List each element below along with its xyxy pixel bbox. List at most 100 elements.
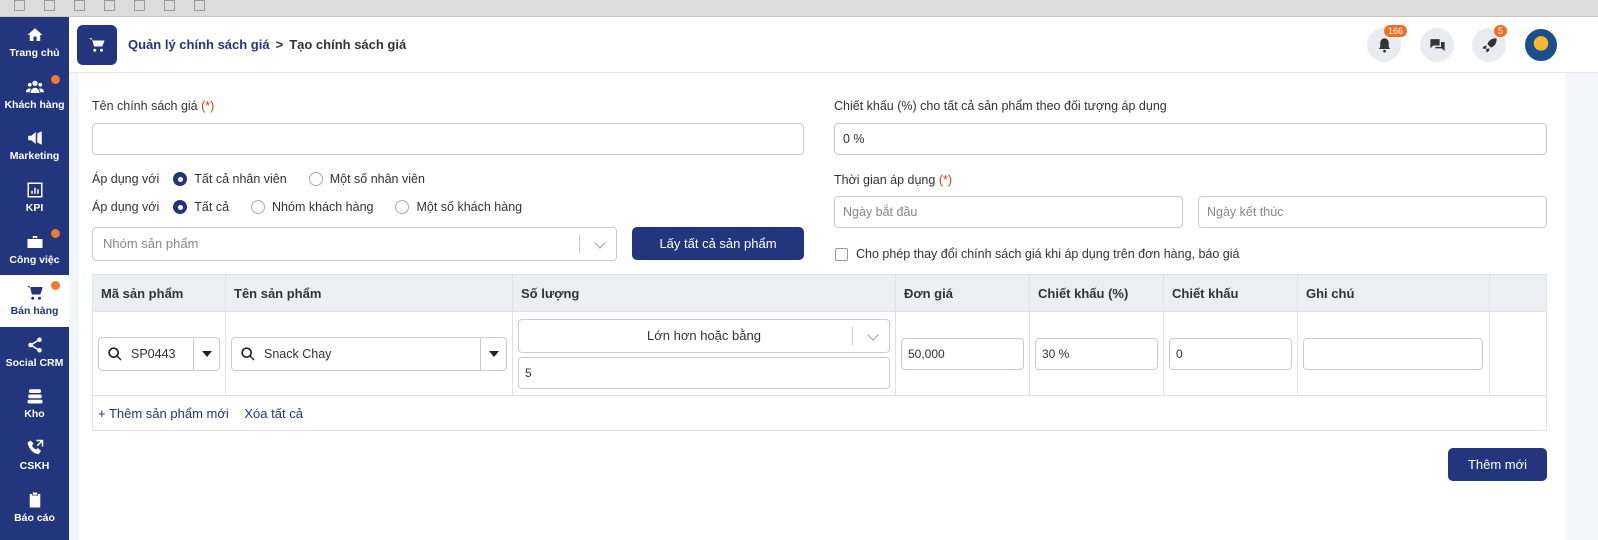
sidebar-item-label: Kho	[24, 408, 45, 421]
clear-all-link[interactable]: Xóa tất cả	[244, 406, 303, 421]
sidebar-item-label: Báo cáo	[14, 511, 55, 524]
avatar[interactable]	[1523, 27, 1559, 63]
search-icon	[241, 346, 255, 360]
product-name-select[interactable]: Snack Chay	[231, 336, 507, 371]
note-input[interactable]	[1303, 337, 1483, 370]
allow-change-label: Cho phép thay đổi chính sách giá khi áp …	[856, 247, 1240, 261]
sidebar-item-label: Social CRM	[5, 356, 64, 369]
radio-all-staff[interactable]: Tất cả nhân viên	[173, 172, 287, 186]
home-icon	[27, 28, 42, 42]
product-table: Mã sản phẩm Tên sản phẩm Số lượng Đơn gi…	[92, 274, 1547, 431]
bell-icon	[1378, 37, 1390, 53]
dropdown-toggle[interactable]	[194, 336, 220, 371]
chevron-down-icon	[594, 237, 606, 249]
apply-staff-label: Áp dụng với	[92, 172, 160, 186]
phone-icon	[27, 439, 43, 455]
megaphone-icon	[27, 131, 42, 146]
unit-price-input[interactable]: 50,000	[901, 337, 1024, 370]
users-icon	[25, 80, 44, 93]
module-cart-button[interactable]	[77, 25, 117, 65]
allow-change-checkbox[interactable]	[835, 248, 848, 261]
notification-button[interactable]: 166	[1367, 25, 1408, 62]
apply-time-label: Thời gian áp dụng (*)	[834, 173, 953, 187]
caret-down-icon	[201, 350, 212, 357]
breadcrumb-parent[interactable]: Quản lý chính sách giá	[128, 37, 270, 52]
sidebar-item-social-crm[interactable]: Social CRM	[0, 327, 69, 379]
rocket-icon	[1481, 37, 1497, 53]
discount-all-label: Chiết khấu (%) cho tất cả sản phẩm theo …	[834, 99, 1167, 113]
search-icon	[108, 346, 122, 360]
sidebar-item-marketing[interactable]: Marketing	[0, 120, 69, 172]
radio-some-customers[interactable]: Một số khách hàng	[395, 200, 522, 214]
radio-all-customers[interactable]: Tất cả	[173, 200, 229, 214]
policy-name-label: Tên chính sách giá (*)	[92, 99, 215, 113]
col-discount: Chiết khấu	[1163, 274, 1298, 312]
notification-dot	[51, 74, 60, 84]
discount-percent-input[interactable]: 30 %	[1035, 337, 1158, 370]
top-bar: Quản lý chính sách giá > Tạo chính sách gi…	[69, 17, 1598, 73]
table-row: SP0443 Snack Chay Lớn hơn hoặc bằng 5 50…	[92, 311, 1547, 396]
radio-customer-group[interactable]: Nhóm khách hàng	[251, 200, 373, 214]
end-date-input[interactable]: Ngày kết thúc	[1198, 196, 1547, 228]
sidebar: Trang chủ Khách hàng Marketing KPI Công …	[0, 17, 69, 540]
col-actions	[1489, 274, 1547, 312]
discount-all-input[interactable]: 0 %	[834, 123, 1547, 155]
apply-customer-label: Áp dụng với	[92, 200, 160, 214]
bar-chart-icon	[27, 182, 42, 198]
breadcrumb: Quản lý chính sách giá > Tạo chính sách gi…	[128, 37, 406, 52]
col-product-code: Mã sản phẩm	[92, 274, 226, 312]
col-discount-percent: Chiết khấu (%)	[1029, 274, 1164, 312]
sidebar-item-home[interactable]: Trang chủ	[0, 17, 69, 69]
get-all-products-button[interactable]: Lấy tất cả sản phẩm	[632, 227, 804, 260]
briefcase-icon	[27, 235, 42, 248]
cart-icon	[88, 38, 105, 52]
caret-down-icon	[488, 350, 499, 357]
quantity-input[interactable]: 5	[518, 356, 890, 389]
main-content: Tên chính sách giá (*) Chiết khấu (%) ch…	[79, 73, 1565, 540]
policy-name-input[interactable]	[92, 123, 804, 155]
col-quantity: Số lượng	[512, 274, 896, 312]
product-group-select[interactable]: Nhóm sản phẩm	[92, 227, 617, 261]
chat-icon	[1429, 38, 1445, 51]
sidebar-item-tasks[interactable]: Công việc	[0, 223, 69, 275]
table-header-row: Mã sản phẩm Tên sản phẩm Số lượng Đơn gi…	[92, 274, 1547, 312]
cart-icon	[26, 286, 42, 301]
dropdown-toggle[interactable]	[481, 336, 507, 371]
sidebar-item-kpi[interactable]: KPI	[0, 172, 69, 224]
submit-add-button[interactable]: Thêm mới	[1448, 448, 1547, 481]
sidebar-item-label: Marketing	[9, 150, 60, 163]
quantity-condition-select[interactable]: Lớn hơn hoặc bằng	[518, 318, 890, 353]
notification-dot	[51, 280, 60, 290]
sidebar-item-label: Công việc	[9, 253, 60, 266]
add-product-link[interactable]: + Thêm sản phẩm mới	[98, 406, 229, 421]
rocket-button[interactable]: 5	[1472, 25, 1508, 62]
radio-some-staff[interactable]: Một số nhân viên	[308, 172, 425, 186]
apply-staff-group: Áp dụng với Tất cả nhân viên Một số nhân…	[92, 172, 447, 186]
sidebar-item-label: Khách hàng	[4, 98, 65, 111]
col-note: Ghi chú	[1297, 274, 1490, 312]
sidebar-item-reports[interactable]: Báo cáo	[0, 481, 69, 533]
clipboard-icon	[29, 492, 40, 508]
apply-customer-group: Áp dụng với Tất cả Nhóm khách hàng Một s…	[92, 200, 544, 214]
product-code-select[interactable]: SP0443	[98, 336, 220, 371]
chat-button[interactable]	[1420, 28, 1454, 62]
notification-dot	[51, 229, 60, 239]
bookmarks-bar	[0, 0, 1598, 17]
chevron-down-icon	[867, 328, 879, 341]
sidebar-item-sales[interactable]: Bán hàng	[0, 274, 69, 327]
sidebar-item-label: KPI	[25, 202, 44, 215]
discount-input[interactable]: 0	[1169, 337, 1292, 370]
breadcrumb-current: Tạo chính sách giá	[289, 37, 407, 52]
notification-badge: 166	[1384, 25, 1408, 37]
breadcrumb-separator: >	[275, 37, 284, 52]
sidebar-item-customer-care[interactable]: CSKH	[0, 430, 69, 482]
sidebar-item-label: Trang chủ	[9, 47, 60, 60]
col-unit-price: Đơn giá	[895, 274, 1030, 312]
start-date-input[interactable]: Ngày bắt đầu	[834, 196, 1183, 228]
sidebar-item-warehouse[interactable]: Kho	[0, 378, 69, 430]
col-product-name: Tên sản phẩm	[225, 274, 513, 312]
sidebar-item-label: CSKH	[19, 460, 50, 473]
stack-icon	[27, 389, 42, 404]
rocket-badge: 5	[1494, 25, 1508, 37]
sidebar-item-customers[interactable]: Khách hàng	[0, 69, 69, 121]
